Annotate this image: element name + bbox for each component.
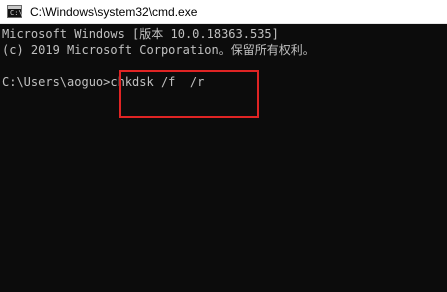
- command-highlight-box: [119, 70, 259, 118]
- cmd-icon-prompt: C:\: [10, 9, 23, 17]
- console-line-copyright: (c) 2019 Microsoft Corporation。保留所有权利。: [2, 43, 315, 57]
- console-prompt: C:\Users\aoguo>: [2, 75, 111, 89]
- console-output[interactable]: Microsoft Windows [版本 10.0.18363.535] (c…: [0, 24, 447, 292]
- cmd-icon: C:\: [7, 5, 23, 18]
- title-bar[interactable]: C:\ C:\Windows\system32\cmd.exe: [0, 0, 447, 24]
- cmd-window: C:\ C:\Windows\system32\cmd.exe Microsof…: [0, 0, 447, 292]
- window-title: C:\Windows\system32\cmd.exe: [30, 5, 198, 19]
- console-line-version: Microsoft Windows [版本 10.0.18363.535]: [2, 27, 279, 41]
